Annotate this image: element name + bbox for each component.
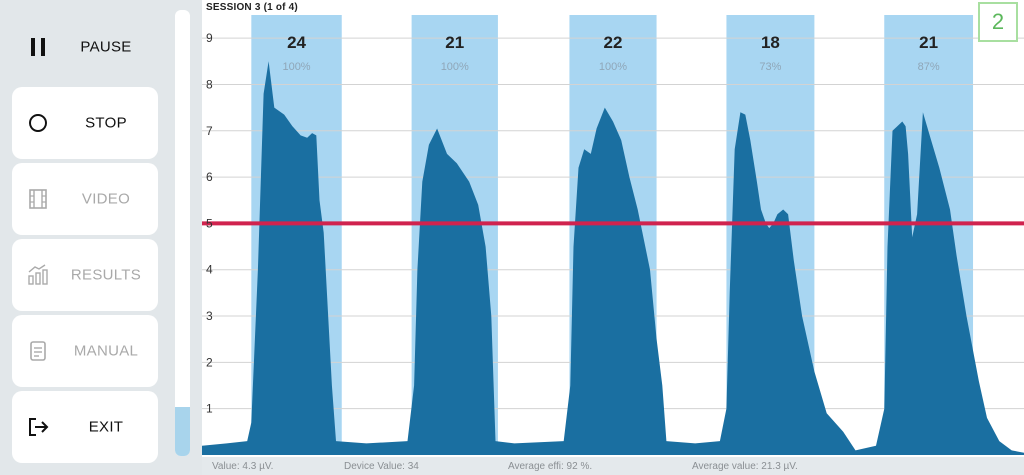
y-tick-label: 4: [206, 263, 213, 277]
footer-average-effi: Average effi: 92 %.: [508, 461, 593, 472]
footer-device-value: Device Value: 34: [344, 461, 419, 472]
page-number-badge[interactable]: 2: [978, 2, 1018, 42]
exit-button[interactable]: EXIT: [12, 391, 158, 463]
pause-icon: [31, 38, 45, 56]
session-title: SESSION 3 (1 of 4): [206, 2, 298, 13]
band-percent-label: 100%: [599, 61, 627, 73]
band-count-label: 18: [761, 33, 780, 52]
band-count-label: 24: [287, 33, 306, 52]
pause-button[interactable]: PAUSE: [12, 11, 158, 83]
stop-circle-icon: [29, 114, 47, 132]
exit-label: EXIT: [88, 418, 124, 436]
band-percent-label: 73%: [759, 61, 781, 73]
band-percent-label: 87%: [918, 61, 940, 73]
band-percent-label: 100%: [282, 61, 310, 73]
video-label: VIDEO: [81, 190, 131, 208]
film-icon: [29, 189, 47, 209]
manual-label: MANUAL: [73, 342, 139, 360]
exit-icon: [29, 418, 49, 436]
bar-chart-icon: [28, 264, 48, 285]
footer-value: Value: 4.3 µV.: [212, 461, 274, 472]
y-tick-label: 2: [206, 355, 213, 369]
manual-button[interactable]: MANUAL: [12, 315, 158, 387]
status-footer: Value: 4.3 µV. Device Value: 34 Average …: [202, 457, 1024, 475]
footer-average-value: Average value: 21.3 µV.: [692, 461, 798, 472]
band-count-label: 22: [604, 33, 623, 52]
y-tick-label: 5: [206, 216, 213, 230]
scrollbar-level-fill: [175, 406, 190, 456]
band-count-label: 21: [919, 33, 938, 52]
stop-button[interactable]: STOP: [12, 87, 158, 159]
chart-panel: 1 2 3 4 5 6 7 8 9 24 100% 21 100% 22 100% 18 73% 21 87% SE…: [202, 0, 1024, 475]
y-tick-label: 7: [206, 124, 213, 138]
y-tick-label: 9: [206, 31, 213, 45]
video-button[interactable]: VIDEO: [12, 163, 158, 235]
band-count-label: 21: [445, 33, 464, 52]
y-tick-label: 6: [206, 170, 213, 184]
results-button[interactable]: RESULTS: [12, 239, 158, 311]
y-tick-label: 1: [206, 402, 213, 416]
band-percent-label: 100%: [441, 61, 469, 73]
signal-chart: 1 2 3 4 5 6 7 8 9 24 100% 21 100% 22 100% 18 73% 21 87%: [202, 15, 1024, 456]
y-tick-label: 8: [206, 77, 213, 91]
document-icon: [30, 341, 46, 361]
sidebar: PAUSE STOP VIDEO RESULTS MANUAL EXIT: [0, 0, 200, 475]
vertical-scrollbar[interactable]: [175, 10, 190, 456]
pause-label: PAUSE: [80, 38, 132, 56]
stop-label: STOP: [85, 114, 127, 132]
results-label: RESULTS: [70, 266, 142, 284]
y-tick-label: 3: [206, 309, 213, 323]
